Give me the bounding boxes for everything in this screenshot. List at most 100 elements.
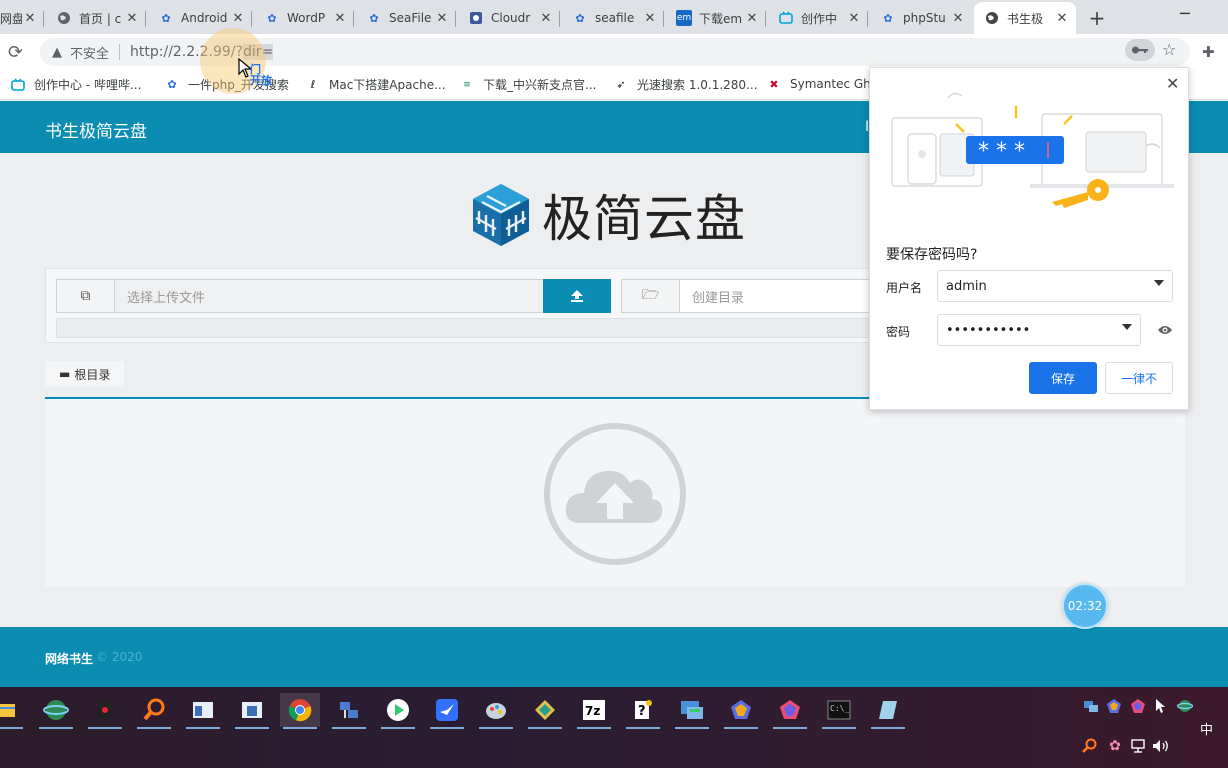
window-app-icon[interactable] (232, 693, 272, 729)
save-password-dialog: ✕ * * * 要保存密码吗? 用户名 admin 密码 •••••••••••… (869, 67, 1189, 410)
tray-search-icon[interactable] (1080, 737, 1098, 755)
baidu-paw-icon: ✿ (167, 78, 177, 91)
tray-flower-icon[interactable]: ✿ (1106, 737, 1124, 755)
close-icon[interactable]: ✕ (124, 11, 140, 26)
never-button[interactable]: 一律不 (1105, 362, 1173, 394)
tab-7[interactable]: em 下载em ✕ (666, 2, 766, 34)
tray-gem-icon[interactable] (1129, 697, 1147, 715)
close-icon[interactable]: ✕ (642, 11, 658, 26)
bookmark-star-icon[interactable]: ☆ (1162, 40, 1176, 59)
bookmark-label: 下载_中兴新支点官... (483, 78, 597, 92)
create-dir-input[interactable]: 创建目录 (680, 280, 872, 312)
tray-volume-icon[interactable] (1152, 737, 1170, 755)
windows-taskbar: 7z ? C:\_ 中 ✿ (0, 687, 1228, 768)
tab-5[interactable]: Cloudr ✕ (458, 2, 560, 34)
chevron-down-icon (1122, 324, 1132, 330)
footer-brand[interactable]: 网络书生 (45, 650, 93, 667)
password-label: 密码 (886, 325, 911, 339)
file-picker[interactable]: ⧉ 选择上传文件 (56, 279, 611, 313)
folder-open-icon[interactable]: 🗁 (622, 280, 680, 312)
gem-app-icon[interactable] (721, 693, 761, 729)
save-button[interactable]: 保存 (1029, 362, 1097, 394)
tray-cursor-icon (1152, 697, 1170, 715)
browser-toolbar: ⟳ ▲ 不安全 http://2.2.2.99/?dir= ☆ ✚ (0, 34, 1228, 70)
feishu-icon[interactable] (427, 693, 467, 729)
svg-text:7z: 7z (585, 704, 600, 718)
tab-6[interactable]: ✿ seafile ✕ (562, 2, 664, 34)
baidu-paw-icon: ✿ (575, 11, 585, 25)
reload-icon[interactable]: ⟳ (8, 42, 23, 63)
help-doc-icon[interactable]: ? (623, 693, 663, 729)
search-tool-icon[interactable] (134, 693, 174, 729)
paint-palette-icon[interactable] (476, 693, 516, 729)
folder-icon: ▬ (59, 367, 71, 381)
recording-timer: 02:32 (1062, 583, 1108, 629)
warning-icon[interactable]: ▲ (52, 45, 62, 60)
baidu-paw-icon: ✿ (267, 11, 277, 25)
bilibili-icon (10, 77, 26, 93)
close-icon[interactable]: ✕ (22, 11, 38, 26)
close-icon[interactable]: ✕ (1054, 11, 1070, 26)
new-tab-button[interactable]: + (1086, 6, 1108, 30)
network-manager-icon[interactable] (329, 693, 369, 729)
file-explorer-icon[interactable] (0, 693, 26, 729)
tray-network-status-icon[interactable] (1129, 737, 1147, 755)
create-dir-box[interactable]: 🗁 创建目录 (621, 279, 873, 313)
tab-label: Android (181, 11, 228, 25)
username-select[interactable]: admin (937, 270, 1173, 302)
terminal-icon[interactable]: C:\_ (819, 693, 859, 729)
play-app-icon[interactable] (378, 693, 418, 729)
close-icon[interactable]: ✕ (846, 11, 862, 26)
breadcrumb[interactable]: ▬ 根目录 (45, 361, 125, 387)
notes-app-icon[interactable] (868, 693, 908, 729)
chrome-icon[interactable] (280, 693, 320, 729)
bookmark-item[interactable]: ℓ Mac下搭建Apache... (305, 76, 446, 93)
close-icon[interactable]: ✕ (744, 11, 760, 26)
tab-0[interactable]: 网盘 ✕ (0, 2, 44, 34)
close-icon[interactable]: ✕ (950, 11, 966, 26)
extensions-icon[interactable]: ✚ (1202, 43, 1215, 61)
bookmark-item[interactable]: ✖ Symantec Gho (766, 76, 878, 92)
svg-text:* * *: * * * (978, 139, 1025, 164)
remote-desktop-icon[interactable] (672, 693, 712, 729)
password-select[interactable]: ••••••••••• (937, 314, 1141, 346)
tab-4[interactable]: ✿ SeaFile ✕ (356, 2, 456, 34)
logo-text: 极简云盘 (542, 190, 746, 248)
baidu-paw-icon: ✿ (883, 11, 893, 25)
tab-1[interactable]: 首页 | c ✕ (46, 2, 146, 34)
close-icon[interactable]: ✕ (230, 11, 246, 26)
tab-3[interactable]: ✿ WordP ✕ (254, 2, 354, 34)
minimize-icon[interactable]: ─ (1180, 4, 1190, 23)
bookmark-item[interactable]: ≡ 下载_中兴新支点官... (459, 76, 596, 93)
tray-network-icon[interactable] (1082, 697, 1100, 715)
ime-indicator[interactable]: 中 (1200, 719, 1213, 738)
tab-9[interactable]: ✿ phpStu ✕ (870, 2, 972, 34)
eye-icon[interactable] (1157, 324, 1173, 336)
tab-10-active[interactable]: 书生极 ✕ (974, 2, 1076, 34)
close-icon[interactable]: ✕ (332, 11, 348, 26)
close-icon[interactable]: ✕ (538, 11, 554, 26)
bookmark-item[interactable]: ➶ 光速搜索 1.0.1.280... (613, 76, 757, 93)
upload-button[interactable] (543, 279, 611, 313)
network-globe-icon[interactable] (36, 693, 76, 729)
site-footer: 网络书生 © 2020 (0, 627, 1228, 687)
tray-globe-icon[interactable] (1176, 697, 1194, 715)
browser-tab-strip: 网盘 ✕ 首页 | c ✕ ✿ Android ✕ ✿ WordP ✕ ✿ Se… (0, 0, 1228, 34)
site-brand[interactable]: 书生极简云盘 (45, 117, 147, 142)
close-icon[interactable]: ✕ (434, 11, 450, 26)
bookmark-item[interactable]: 创作中心 - 哔哩哔... (10, 76, 141, 93)
svg-text:?: ? (638, 704, 646, 719)
copy-icon[interactable]: ⧉ (57, 280, 115, 312)
gem-app-icon[interactable] (770, 693, 810, 729)
cube-app-icon[interactable] (525, 693, 565, 729)
key-icon[interactable] (1125, 39, 1155, 61)
cloudreve-icon (468, 10, 484, 26)
tray-gem-icon[interactable] (1105, 697, 1123, 715)
window-app-icon[interactable] (183, 693, 223, 729)
security-label[interactable]: 不安全 (70, 43, 109, 62)
media-player-icon[interactable] (85, 693, 125, 729)
feather-icon: ℓ (310, 78, 316, 91)
tab-8[interactable]: 创作中 ✕ (768, 2, 868, 34)
upload-file-input[interactable]: 选择上传文件 (115, 280, 610, 312)
7zip-icon[interactable]: 7z (574, 693, 614, 729)
